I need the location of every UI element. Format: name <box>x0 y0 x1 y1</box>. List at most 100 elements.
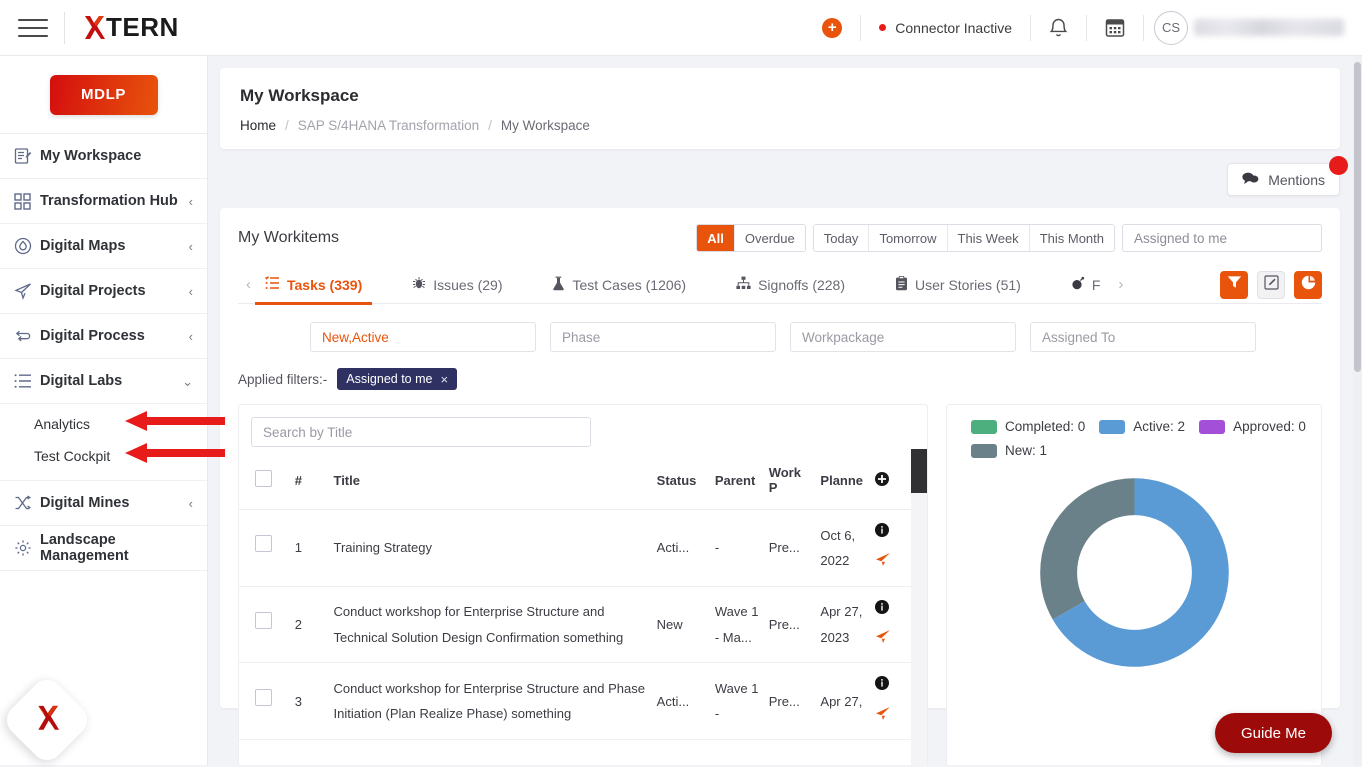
breadcrumb-item-transformation[interactable]: SAP S/4HANA Transformation <box>298 118 479 133</box>
legend-item-approved[interactable]: Approved: 0 <box>1199 419 1306 434</box>
pill-this-month[interactable]: This Month <box>1030 225 1114 251</box>
select-all-checkbox[interactable] <box>255 470 272 487</box>
chart-toggle-button[interactable] <box>1294 271 1322 299</box>
connector-status[interactable]: Connector Inactive <box>879 20 1012 36</box>
funnel-icon <box>1227 275 1242 294</box>
avatar[interactable]: CS <box>1154 11 1188 45</box>
status-donut-chart-pane: Completed: 0 Active: 2 Approved: 0 New: … <box>946 404 1322 765</box>
sidebar-item-label: Digital Process <box>40 328 145 344</box>
sidebar-item-analytics[interactable]: Analytics <box>0 408 207 440</box>
page-scrollbar-thumb[interactable] <box>1354 62 1361 372</box>
donut-chart-svg[interactable] <box>1032 470 1237 675</box>
tab-next-chevron-right-icon[interactable]: › <box>1110 276 1131 293</box>
search-input[interactable]: Search by Title <box>251 417 591 447</box>
project-button-mdlp[interactable]: MDLP <box>50 75 158 115</box>
legend-item-completed[interactable]: Completed: 0 <box>971 419 1085 434</box>
sidebar-item-transformation-hub[interactable]: Transformation Hub ‹ <box>0 179 207 224</box>
column-header-planned[interactable]: Planne <box>816 457 871 510</box>
paper-plane-icon[interactable] <box>875 704 891 729</box>
status-filter-input[interactable]: New,Active <box>310 322 536 352</box>
table-row[interactable]: 3 Conduct workshop for Enterprise Struct… <box>239 663 927 740</box>
ktern-logo[interactable]: TERN <box>81 12 179 43</box>
info-circle-icon[interactable] <box>875 597 889 622</box>
mentions-button[interactable]: Mentions <box>1227 163 1340 196</box>
row-title[interactable]: Conduct workshop for Enterprise Structur… <box>329 663 652 740</box>
paper-plane-icon[interactable] <box>875 550 891 575</box>
info-circle-icon[interactable] <box>875 673 889 698</box>
pill-overdue[interactable]: Overdue <box>735 225 805 251</box>
row-planned-date: Apr 27, <box>816 663 871 740</box>
filter-funnel-button[interactable] <box>1220 271 1248 299</box>
pill-tomorrow[interactable]: Tomorrow <box>869 225 947 251</box>
legend-item-new[interactable]: New: 1 <box>971 443 1047 458</box>
tab-label: F <box>1092 277 1101 293</box>
table-scrollbar-thumb[interactable] <box>911 449 927 493</box>
hamburger-menu-icon[interactable] <box>18 15 48 41</box>
chevron-left-icon[interactable]: ‹ <box>189 195 193 208</box>
column-header-number[interactable]: # <box>291 457 330 510</box>
row-select-cell <box>239 663 291 740</box>
row-title[interactable]: Conduct workshop for Enterprise Structur… <box>329 586 652 663</box>
row-checkbox[interactable] <box>255 689 272 706</box>
tab-signoffs[interactable]: Signoffs (228) <box>730 266 851 304</box>
tab-test-cases[interactable]: Test Cases (1206) <box>546 266 692 304</box>
sidebar-item-digital-mines[interactable]: Digital Mines ‹ <box>0 481 207 526</box>
breadcrumb-item-home[interactable]: Home <box>240 118 276 133</box>
column-header-workpackage[interactable]: Work P <box>765 457 817 510</box>
chevron-left-icon[interactable]: ‹ <box>189 330 193 343</box>
column-header-status[interactable]: Status <box>653 457 711 510</box>
sidebar-item-digital-process[interactable]: Digital Process ‹ <box>0 314 207 359</box>
clipboard-icon <box>895 276 908 294</box>
time-filter-pills: All Overdue Today Tomorrow This Week Thi… <box>696 224 1322 252</box>
plus-circle-icon <box>875 474 889 489</box>
tab-tasks[interactable]: Tasks (339) <box>259 266 368 304</box>
chevron-left-icon[interactable]: ‹ <box>189 240 193 253</box>
workspace-header-card: My Workspace Home / SAP S/4HANA Transfor… <box>220 68 1340 149</box>
sidebar-item-digital-projects[interactable]: Digital Projects ‹ <box>0 269 207 314</box>
info-circle-icon[interactable] <box>875 520 889 545</box>
tab-risks-partial[interactable]: F <box>1065 266 1107 304</box>
workitems-panes: Search by Title # Title Status Parent <box>238 404 1322 765</box>
phase-filter-input[interactable]: Phase <box>550 322 776 352</box>
assigned-to-me-select[interactable]: Assigned to me <box>1122 224 1322 252</box>
row-checkbox[interactable] <box>255 612 272 629</box>
guide-me-button[interactable]: Guide Me <box>1215 713 1332 753</box>
sidebar-item-digital-labs[interactable]: Digital Labs ⌄ <box>0 359 207 404</box>
bell-icon[interactable] <box>1049 17 1068 38</box>
pill-today[interactable]: Today <box>814 225 870 251</box>
paper-plane-icon[interactable] <box>875 627 891 652</box>
assigned-to-filter-placeholder: Assigned To <box>1042 330 1115 345</box>
tab-user-stories[interactable]: User Stories (51) <box>889 266 1027 304</box>
edit-button[interactable] <box>1257 271 1285 299</box>
table-scrollbar[interactable] <box>911 449 927 765</box>
chevron-down-icon[interactable]: ⌄ <box>182 375 193 388</box>
chevron-left-icon[interactable]: ‹ <box>189 497 193 510</box>
guide-me-label: Guide Me <box>1241 725 1306 742</box>
row-title[interactable]: Training Strategy <box>329 510 652 587</box>
chart-legend: Completed: 0 Active: 2 Approved: 0 New: … <box>959 419 1309 458</box>
list-icon <box>14 373 40 389</box>
sidebar-item-my-workspace[interactable]: My Workspace <box>0 134 207 179</box>
column-header-title[interactable]: Title <box>329 457 652 510</box>
table-row[interactable]: 2 Conduct workshop for Enterprise Struct… <box>239 586 927 663</box>
row-checkbox[interactable] <box>255 535 272 552</box>
tab-prev-chevron-left-icon[interactable]: ‹ <box>238 276 259 293</box>
sidebar-item-digital-maps[interactable]: Digital Maps ‹ <box>0 224 207 269</box>
legend-item-active[interactable]: Active: 2 <box>1099 419 1185 434</box>
tab-issues[interactable]: Issues (29) <box>406 266 508 304</box>
pill-this-week[interactable]: This Week <box>948 225 1030 251</box>
filter-chip-assigned-to-me[interactable]: Assigned to me × <box>337 368 457 390</box>
workpackage-filter-input[interactable]: Workpackage <box>790 322 1016 352</box>
close-icon[interactable]: × <box>440 372 448 387</box>
table-row[interactable]: 1 Training Strategy Acti... - Pre... Oct… <box>239 510 927 587</box>
assigned-to-filter-input[interactable]: Assigned To <box>1030 322 1256 352</box>
row-parent: Wave 1 - <box>711 663 765 740</box>
sidebar-item-label: Landscape Management <box>40 532 193 564</box>
plus-circle-icon[interactable]: + <box>822 18 842 38</box>
calendar-icon[interactable] <box>1105 17 1125 38</box>
column-header-parent[interactable]: Parent <box>711 457 765 510</box>
chevron-left-icon[interactable]: ‹ <box>189 285 193 298</box>
sidebar-item-landscape-management[interactable]: Landscape Management <box>0 526 207 571</box>
pill-all[interactable]: All <box>697 225 735 251</box>
sidebar-item-test-cockpit[interactable]: Test Cockpit <box>0 440 207 472</box>
